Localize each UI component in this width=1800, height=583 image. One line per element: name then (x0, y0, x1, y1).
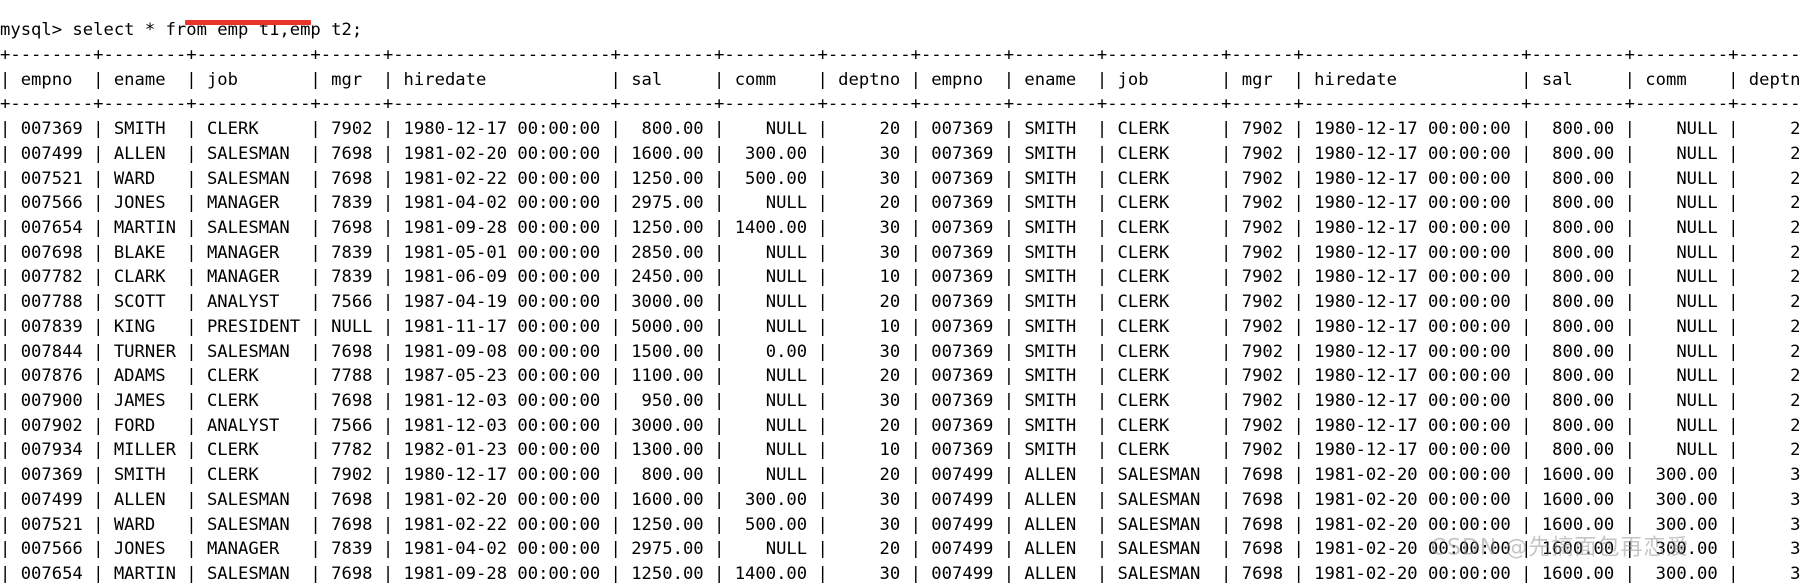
mysql-terminal[interactable]: mysql> select * from emp t1,emp t2; +---… (0, 0, 1800, 583)
terminal-output: mysql> select * from emp t1,emp t2; +---… (0, 20, 1800, 583)
query-highlight-underline (185, 20, 311, 25)
